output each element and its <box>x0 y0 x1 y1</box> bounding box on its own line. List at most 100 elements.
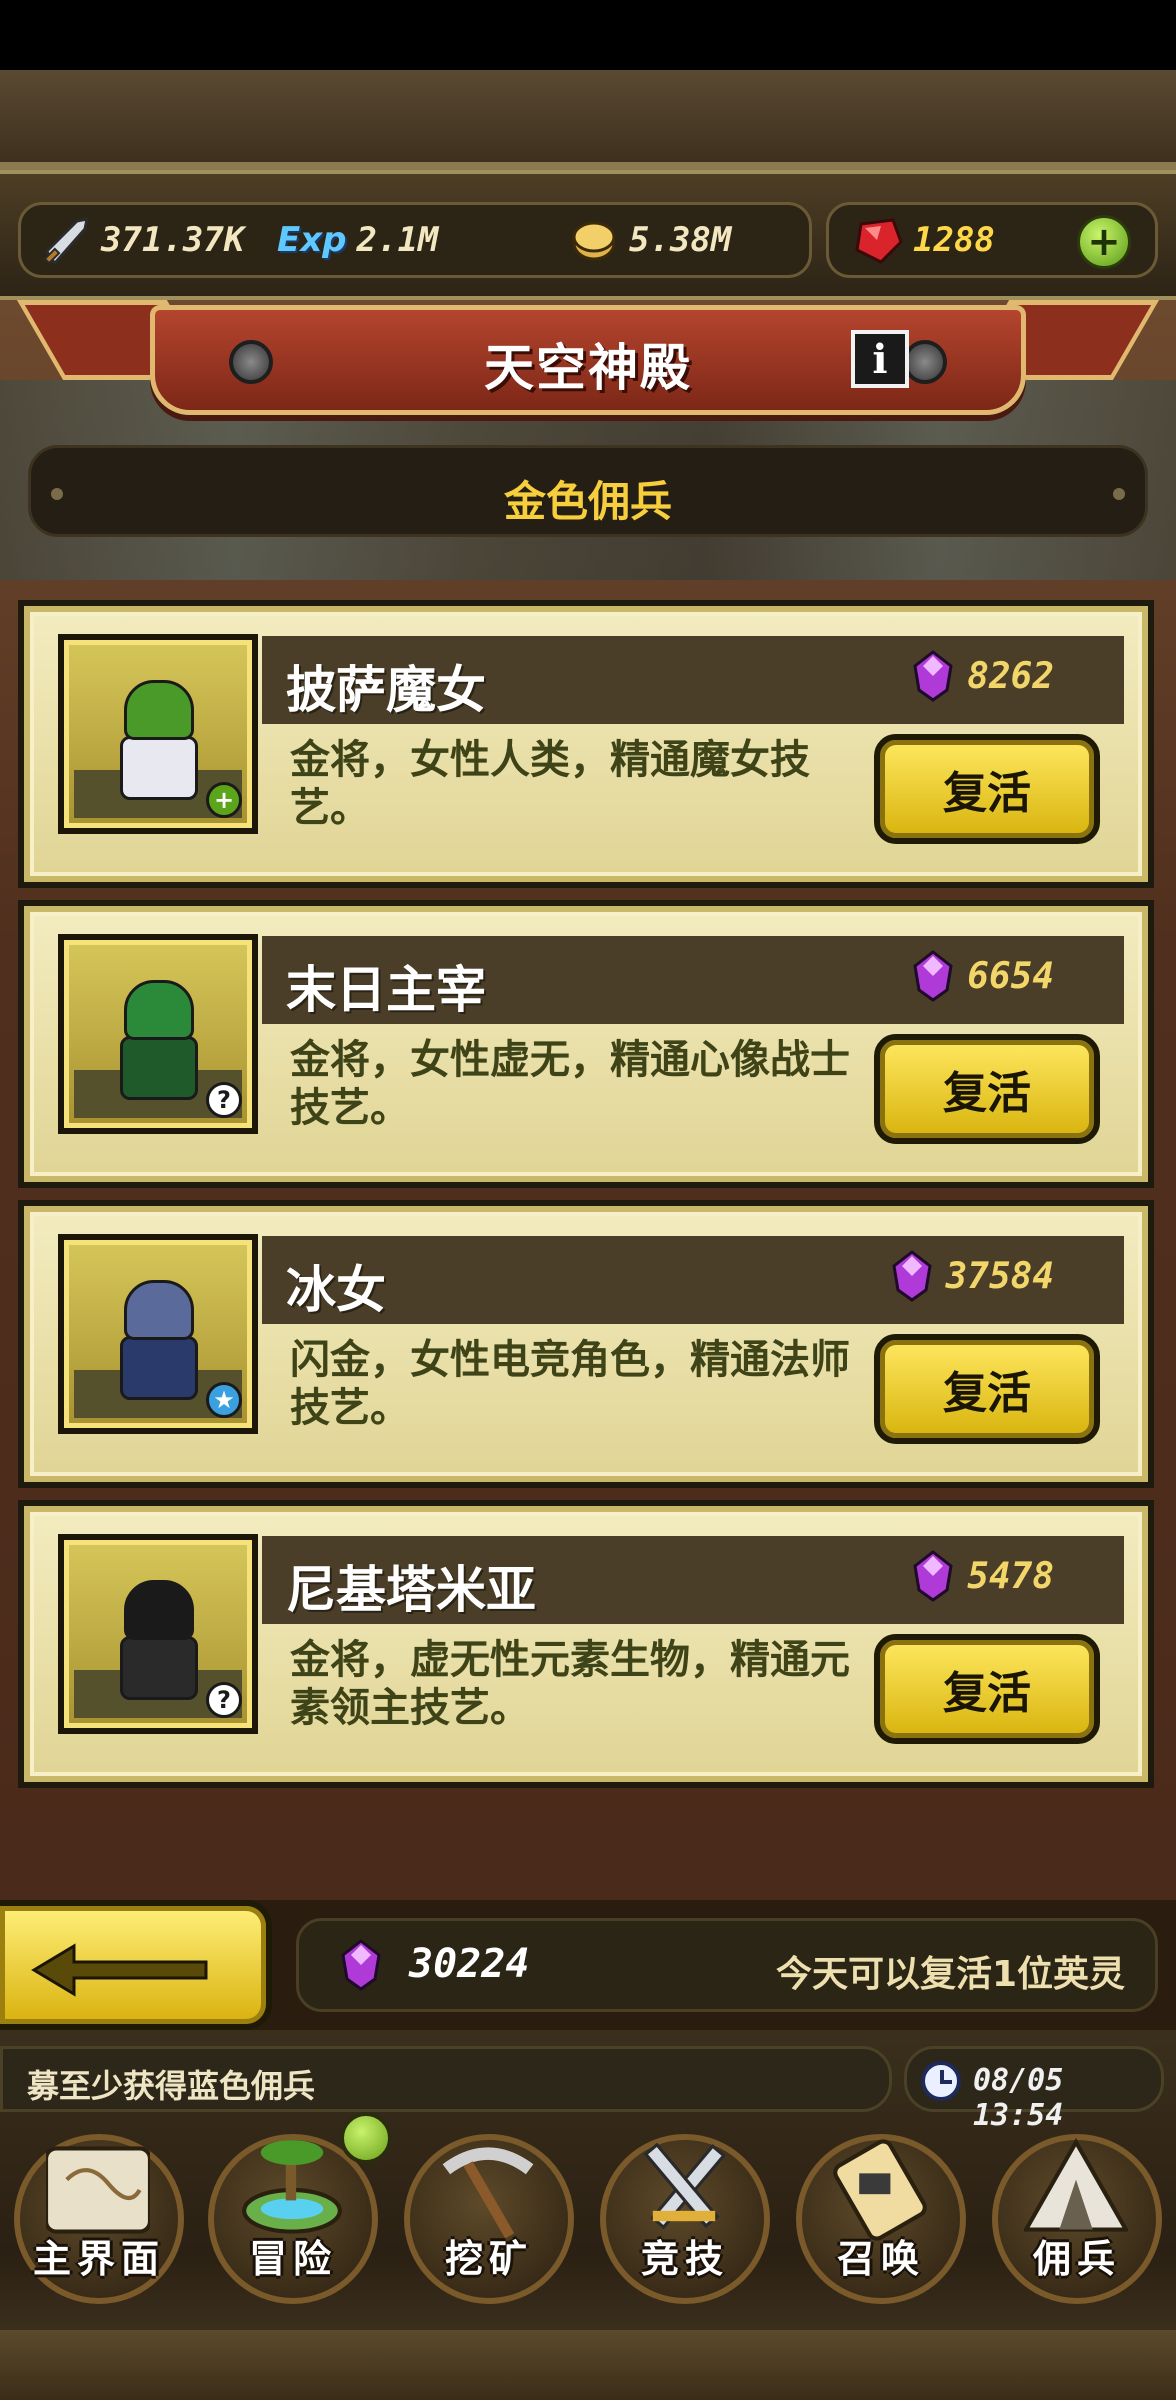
gold-coin-icon <box>572 221 616 261</box>
tent-icon <box>1024 2138 1128 2232</box>
back-arrow-icon <box>31 1943 208 1997</box>
nav-label: 竞技 <box>640 2237 729 2281</box>
resource-panel-main: 371.37K Exp 2.1M 5.38M <box>18 202 812 278</box>
gem-icon <box>913 950 953 1002</box>
nav-item-island[interactable]: 冒险 <box>200 2112 392 2328</box>
hero-sprite-body <box>120 1336 198 1400</box>
hero-sprite-body <box>120 1036 198 1100</box>
category-bar: 金色佣兵 <box>28 445 1148 537</box>
exp-value: 2.1M <box>356 220 439 260</box>
add-ruby-button[interactable]: + <box>1077 215 1131 269</box>
ruby-icon <box>855 218 903 264</box>
clock-icon <box>921 2061 961 2101</box>
nav-bottom-trim <box>0 2330 1176 2400</box>
nav-label: 冒险 <box>248 2237 337 2281</box>
map-scroll-icon <box>46 2146 150 2234</box>
nav-label: 主界面 <box>32 2237 165 2281</box>
hero-description: 金将，女性虚无，精通心像战士技艺。 <box>290 1037 850 1131</box>
summon-scroll-icon <box>833 2139 927 2241</box>
hero-description: 金将，女性人类，精通魔女技艺。 <box>290 737 810 831</box>
island-icon <box>242 2140 342 2234</box>
hero-status-badge: ? <box>206 1682 242 1718</box>
ruby-stat: 1288 <box>851 216 995 264</box>
resource-panel-ruby: 1288 + <box>826 202 1158 278</box>
nav-item-crossed-swords[interactable]: 竞技 <box>592 2118 778 2328</box>
sword-icon <box>43 217 89 265</box>
hero-card: ? 末日主宰 6654 金将，女性虚无，精通心像战士技艺。 复活 <box>18 900 1154 1188</box>
hero-status-badge: + <box>206 782 242 818</box>
resource-bar: 371.37K Exp 2.1M 5.38M 1288 + <box>0 170 1176 300</box>
hero-cost-value: 5478 <box>967 1555 1054 1597</box>
hero-cost-value: 6654 <box>967 955 1054 997</box>
gem-icon <box>913 1550 953 1602</box>
gem-balance-panel: 30224 今天可以复活1位英灵 <box>296 1918 1158 2012</box>
hero-cost: 5478 <box>911 1550 1054 1602</box>
nav-item-pickaxe[interactable]: 挖矿 <box>396 2118 582 2328</box>
status-bar <box>0 0 1176 70</box>
map-backdrop <box>0 70 1176 170</box>
power-stat: 371.37K <box>41 215 244 265</box>
title-ribbon: 天空神殿 i <box>150 305 1026 415</box>
hero-sprite-body <box>120 1636 198 1700</box>
hero-name: 冰女 <box>286 1261 386 1319</box>
ruby-value: 1288 <box>913 220 995 260</box>
hero-portrait[interactable]: + <box>58 634 258 834</box>
clock: 08/05 13:54 <box>904 2046 1164 2133</box>
nav-item-summon-scroll[interactable]: 召唤 <box>788 2118 974 2328</box>
hero-portrait[interactable]: ? <box>58 934 258 1134</box>
hero-card: + 披萨魔女 8262 金将，女性人类，精通魔女技艺。 复活 <box>18 600 1154 888</box>
hero-portrait[interactable]: ★ <box>58 1234 258 1434</box>
nav-item-map-scroll[interactable]: 主界面 <box>6 2118 192 2328</box>
exp-icon: Exp <box>277 220 347 260</box>
revive-button[interactable]: 复活 <box>874 1634 1100 1744</box>
exp-stat: Exp 2.1M <box>277 220 438 260</box>
gem-icon <box>891 1250 932 1302</box>
revive-button[interactable]: 复活 <box>874 734 1100 844</box>
hero-card: ? 尼基塔米亚 5478 金将，虚无性元素生物，精通元素领主技艺。 复活 <box>18 1500 1154 1788</box>
hero-cost-value: 37584 <box>945 1255 1054 1297</box>
news-ticker: 募至少获得蓝色佣兵 <box>0 2046 892 2112</box>
hero-cost: 37584 <box>890 1250 1054 1302</box>
hero-status-badge: ? <box>206 1082 242 1118</box>
hero-sprite-head <box>124 1580 194 1640</box>
hero-name: 披萨魔女 <box>286 661 486 719</box>
hero-name-band: 披萨魔女 8262 <box>262 636 1124 724</box>
nav-item-tent[interactable]: 佣兵 <box>984 2118 1170 2328</box>
hero-card: ★ 冰女 37584 闪金，女性电竞角色，精通法师技艺。 复活 <box>18 1200 1154 1488</box>
gem-icon <box>341 1939 381 1991</box>
hero-cost-value: 8262 <box>967 655 1054 697</box>
gold-stat: 5.38M <box>569 215 731 265</box>
category-label: 金色佣兵 <box>503 477 672 526</box>
hero-sprite-body <box>120 736 198 800</box>
ticker-text: 募至少获得蓝色佣兵 <box>27 2067 316 2105</box>
revive-button[interactable]: 复活 <box>874 1034 1100 1144</box>
hero-cost: 6654 <box>911 950 1054 1002</box>
hero-sprite-head <box>124 1280 194 1340</box>
hero-portrait[interactable]: ? <box>58 1534 258 1734</box>
back-button[interactable] <box>0 1900 272 2030</box>
gem-icon <box>913 650 953 702</box>
hero-description: 金将，虚无性元素生物，精通元素领主技艺。 <box>290 1637 850 1731</box>
crossed-swords-icon <box>643 2142 726 2230</box>
gold-value: 5.38M <box>629 220 732 260</box>
hero-sprite-head <box>124 680 194 740</box>
hero-name-band: 尼基塔米亚 5478 <box>262 1536 1124 1624</box>
revive-note: 今天可以复活1位英灵 <box>775 1954 1125 1995</box>
nav-label: 佣兵 <box>1032 2237 1121 2281</box>
hero-name: 末日主宰 <box>286 961 486 1019</box>
hero-name-band: 冰女 37584 <box>262 1236 1124 1324</box>
hero-cost: 8262 <box>911 650 1054 702</box>
hero-description: 闪金，女性电竞角色，精通法师技艺。 <box>290 1337 850 1431</box>
pickaxe-icon <box>442 2147 534 2239</box>
hero-status-badge: ★ <box>206 1382 242 1418</box>
nav-label: 挖矿 <box>444 2237 533 2281</box>
gem-total: 30224 <box>409 1941 530 1987</box>
notification-dot <box>340 2112 392 2164</box>
revive-button[interactable]: 复活 <box>874 1334 1100 1444</box>
info-button[interactable]: i <box>851 330 909 388</box>
hero-sprite-head <box>124 980 194 1040</box>
power-value: 371.37K <box>101 220 245 260</box>
hero-name: 尼基塔米亚 <box>286 1561 536 1619</box>
hero-name-band: 末日主宰 6654 <box>262 936 1124 1024</box>
nav-label: 召唤 <box>836 2237 925 2281</box>
